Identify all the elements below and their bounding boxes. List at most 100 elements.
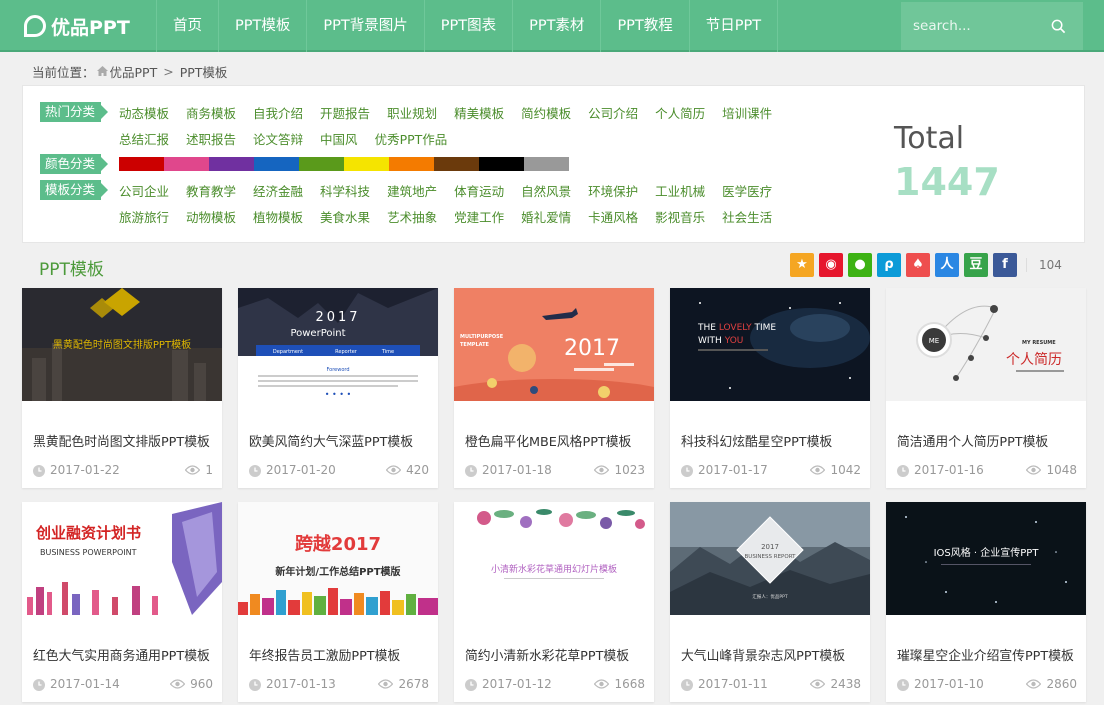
category-link[interactable]: 艺术抽象 (387, 207, 437, 226)
card-title[interactable]: 橙色扁平化MBE风格PPT模板 (465, 431, 649, 450)
card-thumbnail[interactable]: 小清新水彩花草通用幻灯片模板 (454, 502, 654, 615)
category-link[interactable]: 旅游旅行 (119, 207, 169, 226)
card-title[interactable]: 简约小清新水彩花草PPT模板 (465, 645, 649, 664)
view-count: 1042 (810, 463, 861, 477)
color-swatch[interactable] (344, 157, 389, 171)
template-card[interactable]: IOS风格 · 企业宣传PPT 璀璨星空企业介绍宣传PPT模板 2017-01-… (886, 502, 1086, 702)
card-thumbnail[interactable]: THE LOVELY TIME WITH YOU (670, 288, 870, 401)
menu-item-home[interactable]: 首页 (156, 0, 218, 52)
category-link[interactable]: 卡通风格 (588, 207, 638, 226)
template-card[interactable]: MULTIPURPOSE TEMPLATE 2017 橙色扁平化MBE风格PPT… (454, 288, 654, 488)
category-link[interactable]: 开题报告 (320, 103, 370, 122)
card-title[interactable]: 黑黄配色时尚图文排版PPT模板 (33, 431, 217, 450)
search-icon[interactable] (1051, 19, 1066, 34)
thumb-text: PowerPoint (290, 328, 345, 339)
category-link[interactable]: 中国风 (320, 129, 358, 148)
category-link[interactable]: 论文答辩 (253, 129, 303, 148)
card-thumbnail[interactable]: MULTIPURPOSE TEMPLATE 2017 (454, 288, 654, 401)
card-title[interactable]: 科技科幻炫酷星空PPT模板 (681, 431, 865, 450)
card-title[interactable]: 欧美风简约大气深蓝PPT模板 (249, 431, 433, 450)
category-link[interactable]: 优秀PPT作品 (375, 129, 448, 148)
category-link[interactable]: 精美模板 (454, 103, 504, 122)
color-swatch[interactable] (479, 157, 524, 171)
category-link[interactable]: 经济金融 (253, 181, 303, 200)
renren-share-icon[interactable]: 人 (935, 253, 959, 277)
category-link[interactable]: 培训课件 (722, 103, 772, 122)
category-link[interactable]: 党建工作 (454, 207, 504, 226)
view-count: 420 (386, 463, 429, 477)
color-swatch[interactable] (164, 157, 209, 171)
category-link[interactable]: 动态模板 (119, 103, 169, 122)
category-link[interactable]: 美食水果 (320, 207, 370, 226)
card-title[interactable]: 简洁通用个人简历PPT模板 (897, 431, 1081, 450)
qzone-share-icon[interactable]: ★ (790, 253, 814, 277)
menu-item-backgrounds[interactable]: PPT背景图片 (306, 0, 423, 52)
tencent-weibo-share-icon[interactable]: ρ (877, 253, 901, 277)
color-swatch[interactable] (299, 157, 344, 171)
template-card[interactable]: 2017 BUSINESS REPORT 汇报人：优品PPT 大气山峰背景杂志风… (670, 502, 870, 702)
template-card[interactable]: 创业融资计划书 BUSINESS POWERPOINT 红色大气实用商务通用PP… (22, 502, 222, 702)
category-link[interactable]: 医学医疗 (722, 181, 772, 200)
breadcrumb-home[interactable]: 优品PPT (110, 62, 158, 81)
category-link[interactable]: 影视音乐 (655, 207, 705, 226)
card-title[interactable]: 红色大气实用商务通用PPT模板 (33, 645, 217, 664)
template-card[interactable]: THE LOVELY TIME WITH YOU 科技科幻炫酷星空PPT模板 2… (670, 288, 870, 488)
category-link[interactable]: 述职报告 (186, 129, 236, 148)
card-thumbnail[interactable]: 黑黄配色时尚图文排版PPT模板 (22, 288, 222, 401)
color-swatch[interactable] (524, 157, 569, 171)
category-link[interactable]: 教育教学 (186, 181, 236, 200)
category-link[interactable]: 总结汇报 (119, 129, 169, 148)
category-link[interactable]: 环境保护 (588, 181, 638, 200)
menu-item-tutorials[interactable]: PPT教程 (600, 0, 688, 52)
category-link[interactable]: 植物模板 (253, 207, 303, 226)
facebook-share-icon[interactable]: f (993, 253, 1017, 277)
search-input[interactable] (901, 2, 1051, 50)
color-swatch[interactable] (119, 157, 164, 171)
qq-share-icon[interactable]: ♠ (906, 253, 930, 277)
menu-item-materials[interactable]: PPT素材 (512, 0, 600, 52)
card-thumbnail[interactable]: 2017 PowerPoint Department Reporter Time… (238, 288, 438, 401)
eye-icon (810, 465, 826, 475)
weibo-share-icon[interactable]: ◉ (819, 253, 843, 277)
template-card[interactable]: 黑黄配色时尚图文排版PPT模板 黑黄配色时尚图文排版PPT模板 2017-01-… (22, 288, 222, 488)
template-card[interactable]: 2017 PowerPoint Department Reporter Time… (238, 288, 438, 488)
color-swatch[interactable] (434, 157, 479, 171)
card-title[interactable]: 年终报告员工激励PPT模板 (249, 645, 433, 664)
card-thumbnail[interactable]: 创业融资计划书 BUSINESS POWERPOINT (22, 502, 222, 615)
template-card[interactable]: ME MY RESUME 个人简历 简洁通用个人简历PPT模板 2017-01-… (886, 288, 1086, 488)
category-link[interactable]: 自我介绍 (253, 103, 303, 122)
category-link[interactable]: 体育运动 (454, 181, 504, 200)
category-link[interactable]: 公司企业 (119, 181, 169, 200)
card-title[interactable]: 大气山峰背景杂志风PPT模板 (681, 645, 865, 664)
template-card[interactable]: 小清新水彩花草通用幻灯片模板 简约小清新水彩花草PPT模板 2017-01-12… (454, 502, 654, 702)
category-link[interactable]: 建筑地产 (387, 181, 437, 200)
category-link[interactable]: 社会生活 (722, 207, 772, 226)
site-logo[interactable]: 优品PPT (24, 11, 130, 41)
menu-item-ppt-templates[interactable]: PPT模板 (218, 0, 306, 52)
category-link[interactable]: 动物模板 (186, 207, 236, 226)
wechat-share-icon[interactable]: ● (848, 253, 872, 277)
category-link[interactable]: 简约模板 (521, 103, 571, 122)
color-swatch[interactable] (389, 157, 434, 171)
card-thumbnail[interactable]: ME MY RESUME 个人简历 (886, 288, 1086, 401)
category-link[interactable]: 个人简历 (655, 103, 705, 122)
category-link[interactable]: 婚礼爱情 (521, 207, 571, 226)
menu-item-holiday[interactable]: 节日PPT (688, 0, 779, 52)
color-swatch[interactable] (209, 157, 254, 171)
category-link[interactable]: 自然风景 (521, 181, 571, 200)
category-link[interactable]: 工业机械 (655, 181, 705, 200)
card-thumbnail[interactable]: 跨越2017 新年计划/工作总结PPT模版 (238, 502, 438, 615)
card-thumbnail[interactable]: IOS风格 · 企业宣传PPT (886, 502, 1086, 615)
category-link[interactable]: 职业规划 (387, 103, 437, 122)
section-title: PPT模板 (39, 260, 104, 280)
douban-share-icon[interactable]: 豆 (964, 253, 988, 277)
template-card[interactable]: 跨越2017 新年计划/工作总结PPT模版 年终报告员工激励PPT模板 2017… (238, 502, 438, 702)
color-swatch[interactable] (254, 157, 299, 171)
card-title[interactable]: 璀璨星空企业介绍宣传PPT模板 (897, 645, 1081, 664)
breadcrumb-current[interactable]: PPT模板 (180, 62, 228, 81)
menu-item-charts[interactable]: PPT图表 (423, 0, 512, 52)
category-link[interactable]: 公司介绍 (588, 103, 638, 122)
card-thumbnail[interactable]: 2017 BUSINESS REPORT 汇报人：优品PPT (670, 502, 870, 615)
category-link[interactable]: 商务模板 (186, 103, 236, 122)
category-link[interactable]: 科学科技 (320, 181, 370, 200)
